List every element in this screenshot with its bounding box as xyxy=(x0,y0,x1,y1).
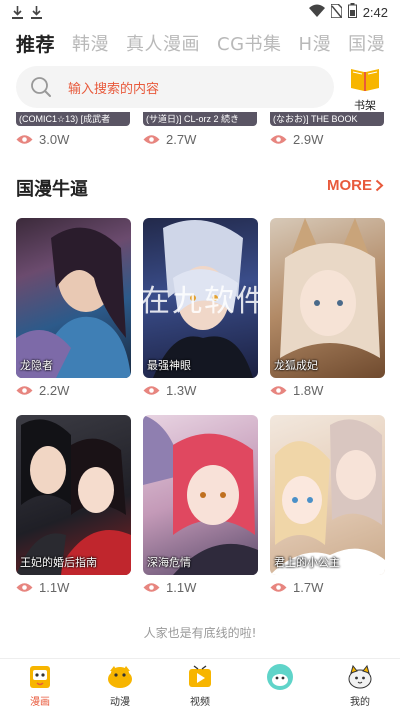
nav-item-anime[interactable]: 动漫 xyxy=(85,663,155,708)
eye-icon xyxy=(16,386,33,395)
view-count: 1.1W xyxy=(16,580,131,595)
section-title: 国漫牛逼 xyxy=(16,179,88,200)
bottom-nav: 漫画 动漫 视频 我的 xyxy=(0,658,400,711)
search-icon xyxy=(30,76,52,98)
chevron-right-icon xyxy=(375,179,384,192)
nav-label: 动漫 xyxy=(110,697,130,708)
no-sim-icon xyxy=(329,2,343,21)
tab-domestic[interactable]: 国漫 xyxy=(348,30,385,56)
comic-card[interactable]: 君上的小公主 1.7W xyxy=(270,415,385,595)
previous-comic-row: (COMIC1☆13) [成武者 (サ道日)] CL-orz 2 続き (なおお… xyxy=(0,112,400,152)
eye-icon xyxy=(270,386,287,395)
bookshelf-label: 书架 xyxy=(354,99,376,112)
profile-icon xyxy=(348,664,372,689)
comic-cover[interactable]: 深海危情 xyxy=(143,415,258,575)
nav-item-me[interactable]: 我的 xyxy=(325,663,395,708)
eye-icon xyxy=(143,583,160,592)
comic-cover[interactable]: 龙狐成妃 xyxy=(270,218,385,378)
category-tabs: 推荐 韩漫 真人漫画 CG书集 H漫 国漫 xyxy=(0,28,400,58)
eye-icon xyxy=(16,583,33,592)
wifi-icon xyxy=(308,4,325,20)
search-input[interactable]: 输入搜索的内容 xyxy=(16,66,334,108)
comic-title: 最强神眼 xyxy=(147,359,191,372)
comic-cover[interactable]: (サ道日)] CL-orz 2 続き xyxy=(143,112,257,126)
view-count: 1.8W xyxy=(270,383,385,398)
nav-label: 漫画 xyxy=(30,697,50,708)
tab-cg[interactable]: CG书集 xyxy=(217,30,282,56)
download-icon xyxy=(12,5,23,19)
eye-icon xyxy=(143,135,160,144)
comic-title: 龙隐者 xyxy=(20,359,53,372)
view-count: 1.1W xyxy=(143,580,258,595)
comic-card[interactable]: 深海危情 1.1W xyxy=(143,415,258,595)
comic-cover[interactable]: (なおお)] THE BOOK xyxy=(270,112,384,126)
download-icon xyxy=(31,5,42,19)
comic-cover[interactable]: 君上的小公主 xyxy=(270,415,385,575)
end-of-list-note: 人家也是有底线的啦! xyxy=(143,626,257,640)
comic-title: 深海危情 xyxy=(147,556,191,569)
battery-icon xyxy=(347,3,357,21)
comic-cover[interactable]: 最强神眼 xyxy=(143,218,258,378)
app-screen: 2:42 推荐 韩漫 真人漫画 CG书集 H漫 国漫 输入搜索的内容 书架 (C… xyxy=(0,0,400,711)
view-count: 2.9W xyxy=(270,132,323,147)
eye-icon xyxy=(16,135,33,144)
eye-icon xyxy=(143,386,160,395)
eye-icon xyxy=(270,583,287,592)
comic-title: 龙狐成妃 xyxy=(274,359,318,372)
mascot-icon xyxy=(267,664,293,690)
clock: 2:42 xyxy=(362,4,388,20)
comic-cover[interactable]: (COMIC1☆13) [成武者 xyxy=(16,112,130,126)
view-count: 1.3W xyxy=(143,383,258,398)
view-count: 3.0W xyxy=(16,132,69,147)
comic-card[interactable]: 王妃的婚后指南 1.1W xyxy=(16,415,131,595)
view-count: 1.7W xyxy=(270,580,385,595)
eye-icon xyxy=(270,135,287,144)
comic-title: 君上的小公主 xyxy=(274,556,340,569)
nav-label: 我的 xyxy=(350,697,370,708)
comic-icon xyxy=(30,666,50,688)
comic-title: (なおお)] THE BOOK xyxy=(273,114,358,124)
tab-real-person[interactable]: 真人漫画 xyxy=(126,30,200,56)
nav-item-comics[interactable]: 漫画 xyxy=(5,663,75,708)
comic-card[interactable]: 最强神眼 1.3W xyxy=(143,218,258,398)
view-count: 2.7W xyxy=(143,132,196,147)
comic-cover[interactable]: 龙隐者 xyxy=(16,218,131,378)
tab-h[interactable]: H漫 xyxy=(299,30,332,56)
tab-recommend[interactable]: 推荐 xyxy=(16,30,55,57)
status-bar: 2:42 xyxy=(0,0,400,24)
comic-card[interactable]: 龙狐成妃 1.8W xyxy=(270,218,385,398)
view-count: 2.2W xyxy=(16,383,131,398)
comic-title: (サ道日)] CL-orz 2 続き xyxy=(146,114,240,124)
comic-card[interactable]: 龙隐者 2.2W xyxy=(16,218,131,398)
book-icon xyxy=(348,66,382,96)
comic-title: 王妃的婚后指南 xyxy=(20,556,97,569)
bookshelf-button[interactable]: 书架 xyxy=(343,66,387,112)
nav-item-video[interactable]: 视频 xyxy=(165,663,235,708)
tab-korean[interactable]: 韩漫 xyxy=(72,30,109,56)
comic-cover[interactable]: 王妃的婚后指南 xyxy=(16,415,131,575)
video-icon xyxy=(189,665,211,687)
nav-label: 视频 xyxy=(190,697,210,708)
comic-title: (COMIC1☆13) [成武者 xyxy=(19,114,111,124)
anime-icon xyxy=(108,666,132,688)
nav-item-mascot[interactable] xyxy=(245,663,315,693)
more-label: MORE xyxy=(327,177,372,194)
more-button[interactable]: MORE xyxy=(327,177,384,194)
search-placeholder: 输入搜索的内容 xyxy=(68,81,160,97)
